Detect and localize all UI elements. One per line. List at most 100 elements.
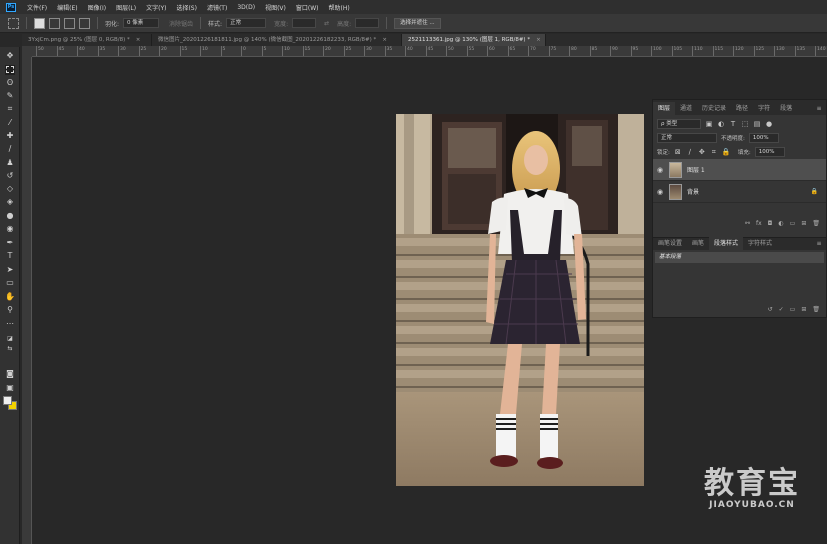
- marquee-tool-icon[interactable]: [5, 65, 15, 75]
- zoom-tool-icon[interactable]: ⚲: [5, 305, 15, 315]
- filter-smart-object-icon[interactable]: ▤: [753, 120, 761, 128]
- quick-mask-icon[interactable]: ◙: [5, 369, 15, 379]
- filter-type-icon[interactable]: T: [729, 120, 737, 128]
- new-style-icon[interactable]: ⊞: [801, 306, 806, 313]
- filter-pixel-icon[interactable]: ▣: [705, 120, 713, 128]
- tab-paths[interactable]: 路径: [731, 102, 753, 115]
- eyedropper-tool-icon[interactable]: ⁄: [5, 118, 15, 128]
- filter-adjustment-icon[interactable]: ◐: [717, 120, 725, 128]
- tab-character-styles[interactable]: 字符样式: [743, 237, 777, 250]
- clone-stamp-tool-icon[interactable]: ♟: [5, 158, 15, 168]
- menu-edit[interactable]: 编辑(E): [52, 3, 82, 12]
- eye-icon[interactable]: ◉: [656, 188, 664, 196]
- panel-menu-icon[interactable]: ≡: [812, 237, 826, 250]
- link-layers-icon[interactable]: ⚯: [745, 220, 750, 227]
- marquee-preset-icon[interactable]: [8, 17, 19, 29]
- close-icon[interactable]: ×: [382, 34, 387, 46]
- tab-brush-settings[interactable]: 画笔设置: [653, 237, 687, 250]
- width-input[interactable]: [292, 18, 317, 28]
- height-input[interactable]: [355, 18, 380, 28]
- tab-character[interactable]: 字符: [753, 102, 775, 115]
- lock-artboard-icon[interactable]: ⌗: [710, 148, 718, 156]
- lasso-tool-icon[interactable]: ʘ: [5, 78, 15, 88]
- subtract-selection-icon[interactable]: [64, 17, 75, 29]
- adjustment-layer-icon[interactable]: ◐: [778, 220, 783, 227]
- add-mask-icon[interactable]: ◘: [768, 220, 773, 227]
- dodge-tool-icon[interactable]: ◉: [5, 224, 15, 234]
- panel-menu-icon[interactable]: ≡: [812, 102, 826, 115]
- default-colors-icon[interactable]: ◪ ⇆: [5, 334, 15, 352]
- tab-layers[interactable]: 图层: [653, 102, 676, 115]
- trash-icon[interactable]: 🗑: [812, 306, 820, 313]
- tab-history[interactable]: 历史记录: [697, 102, 731, 115]
- hand-tool-icon[interactable]: ✋: [5, 292, 15, 302]
- folder-icon[interactable]: ▭: [790, 306, 796, 313]
- tab-paragraph-styles[interactable]: 段落样式: [709, 237, 744, 250]
- menu-filter[interactable]: 滤镜(T): [202, 3, 232, 12]
- layer-row[interactable]: ◉ 背景 🔒: [653, 181, 826, 203]
- close-icon[interactable]: ×: [536, 34, 541, 46]
- tab-document-3[interactable]: 2521113361.jpg @ 130% (图层 1, RGB/8#) * ×: [402, 34, 546, 46]
- healing-brush-tool-icon[interactable]: ✚: [5, 131, 15, 141]
- tab-brush[interactable]: 画笔: [687, 237, 709, 250]
- tab-document-1[interactable]: 3YxjCm.png @ 25% (图层 0, RGB/8) * ×: [22, 34, 152, 46]
- new-layer-icon[interactable]: ⊞: [801, 220, 806, 227]
- swap-icon[interactable]: ⇄: [324, 20, 329, 27]
- layer-name[interactable]: 图层 1: [687, 165, 705, 174]
- lock-all-icon[interactable]: 🔒: [722, 148, 731, 156]
- menu-3d[interactable]: 3D(D): [232, 4, 260, 11]
- pen-tool-icon[interactable]: ✒: [5, 238, 15, 248]
- screen-mode-icon[interactable]: ▣: [5, 383, 15, 393]
- blend-mode-select[interactable]: 正常: [657, 133, 717, 143]
- layer-row[interactable]: ◉ 图层 1: [653, 159, 826, 181]
- move-tool-icon[interactable]: ✥: [5, 51, 15, 61]
- layer-name[interactable]: 背景: [687, 187, 699, 196]
- antialias-checkbox[interactable]: 消除锯齿: [169, 19, 193, 28]
- history-brush-tool-icon[interactable]: ↺: [5, 171, 15, 181]
- clear-override-icon[interactable]: ↺: [768, 306, 773, 313]
- paint-bucket-tool-icon[interactable]: ◈: [5, 197, 15, 207]
- foreground-color-swatch[interactable]: [3, 396, 12, 405]
- eye-icon[interactable]: ◉: [656, 166, 664, 174]
- close-icon[interactable]: ×: [136, 34, 141, 46]
- more-tools-icon[interactable]: ⋯: [5, 319, 15, 329]
- lock-position-icon[interactable]: ✥: [698, 148, 706, 156]
- intersect-selection-icon[interactable]: [79, 17, 90, 29]
- eraser-tool-icon[interactable]: ◇: [5, 184, 15, 194]
- menu-file[interactable]: 文件(F): [22, 3, 52, 12]
- menu-layer[interactable]: 图层(L): [111, 3, 141, 12]
- redefine-style-icon[interactable]: ✓: [779, 306, 784, 313]
- tab-document-2[interactable]: 微信图片_20201226181811.jpg @ 140% (微信截图_202…: [152, 34, 402, 46]
- layer-filter-select[interactable]: ρ 类型: [657, 119, 701, 129]
- filter-toggle-icon[interactable]: ●: [765, 120, 773, 128]
- layer-style-icon[interactable]: fx: [756, 220, 762, 227]
- menu-image[interactable]: 图像(I): [83, 3, 111, 12]
- feather-input[interactable]: 0 像素: [123, 18, 160, 28]
- new-selection-icon[interactable]: [34, 17, 45, 29]
- crop-tool-icon[interactable]: ⌗: [5, 104, 15, 114]
- tab-paragraph[interactable]: 段落: [775, 102, 797, 115]
- add-selection-icon[interactable]: [49, 17, 60, 29]
- menu-window[interactable]: 窗口(W): [291, 3, 324, 12]
- fill-input[interactable]: 100%: [754, 147, 785, 157]
- brush-tool-icon[interactable]: ∕: [5, 144, 15, 154]
- lock-transparent-icon[interactable]: ⊠: [674, 148, 682, 156]
- tab-channels[interactable]: 通道: [675, 102, 697, 115]
- lock-image-icon[interactable]: ∕: [686, 148, 694, 156]
- path-select-tool-icon[interactable]: ➤: [5, 265, 15, 275]
- quick-select-tool-icon[interactable]: ✎: [5, 91, 15, 101]
- trash-icon[interactable]: 🗑: [812, 220, 820, 227]
- paragraph-style-item[interactable]: 基本段落: [655, 252, 824, 263]
- menu-view[interactable]: 视图(V): [260, 3, 291, 12]
- rectangle-tool-icon[interactable]: ▭: [5, 278, 15, 288]
- menu-type[interactable]: 文字(Y): [141, 3, 171, 12]
- type-tool-icon[interactable]: T: [5, 251, 15, 261]
- opacity-input[interactable]: 100%: [748, 133, 779, 143]
- blur-tool-icon[interactable]: ●: [5, 211, 15, 221]
- menu-help[interactable]: 帮助(H): [324, 3, 355, 12]
- document-image[interactable]: [396, 114, 644, 486]
- select-and-mask-button[interactable]: 选择并遮住 ...: [394, 17, 441, 29]
- filter-shape-icon[interactable]: ⬚: [741, 120, 749, 128]
- style-select[interactable]: 正常: [226, 18, 267, 28]
- group-icon[interactable]: ▭: [790, 220, 796, 227]
